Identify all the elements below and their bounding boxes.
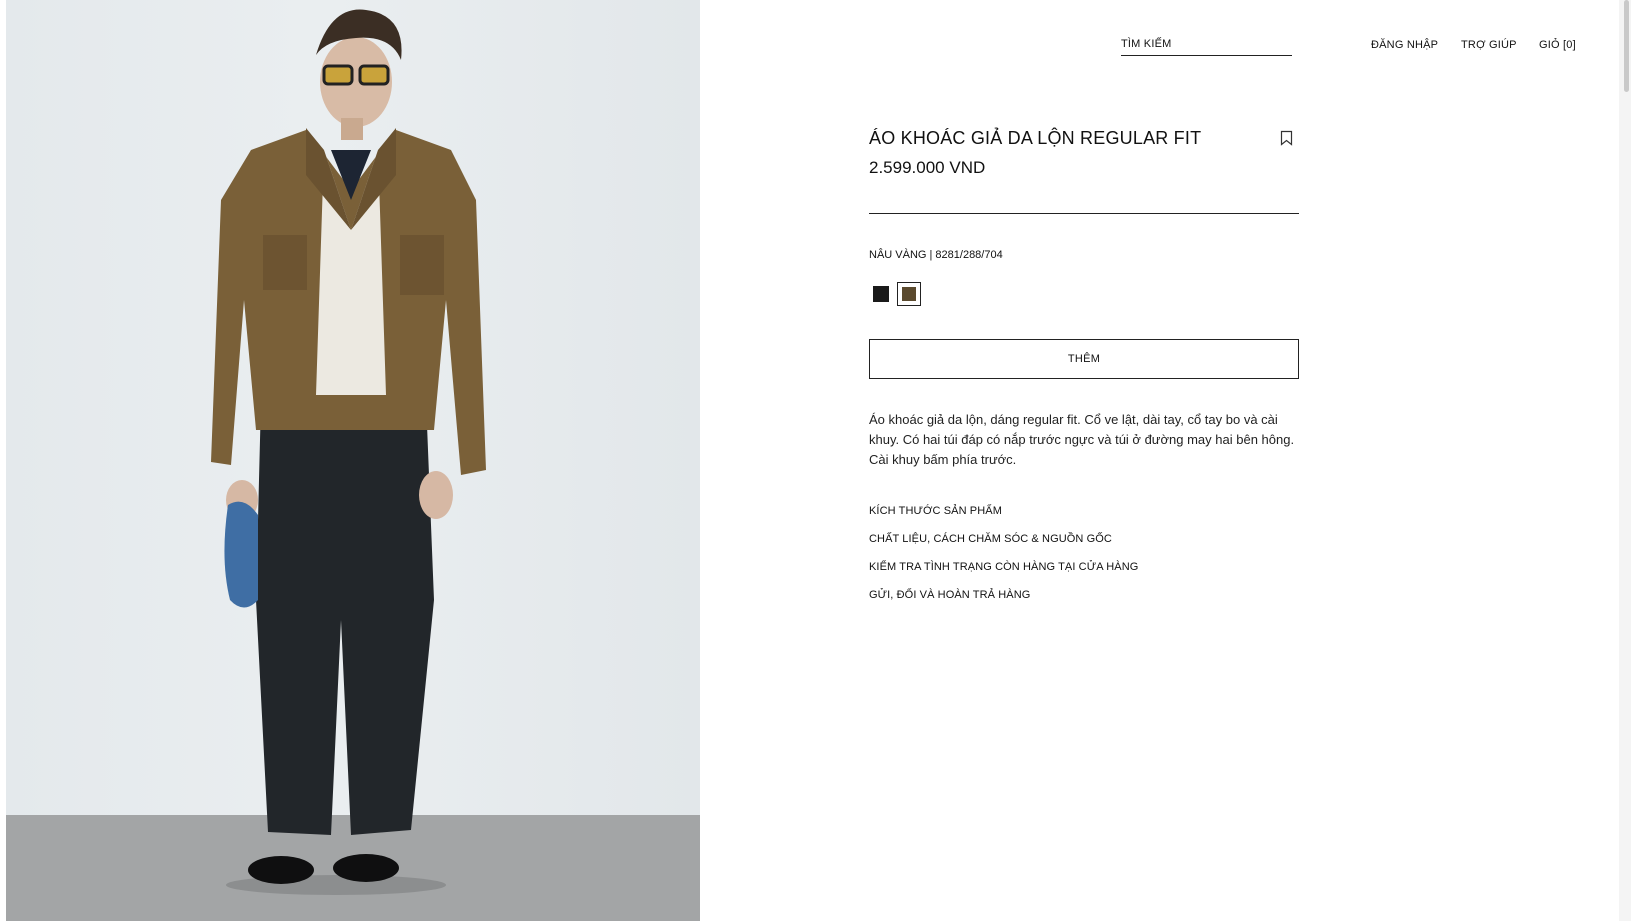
product-title: ÁO KHOÁC GIẢ DA LỘN REGULAR FIT [869, 128, 1202, 148]
model-figure [211, 9, 486, 895]
color-reference: NÂU VÀNG | 8281/288/704 [869, 249, 1003, 261]
size-guide-link[interactable]: KÍCH THƯỚC SẢN PHẨM [869, 505, 1002, 517]
search-field[interactable]: TÌM KIẾM [1121, 34, 1292, 56]
help-link[interactable]: TRỢ GIÚP [1461, 39, 1517, 51]
scrollbar-thumb[interactable] [1624, 0, 1629, 92]
materials-care-link[interactable]: CHẤT LIỆU, CÁCH CHĂM SÓC & NGUỒN GỐC [869, 533, 1112, 545]
color-swatch-brown-fill [902, 287, 916, 301]
cart-link[interactable]: GIỎ [0] [1539, 39, 1576, 51]
store-availability-link[interactable]: KIỂM TRA TÌNH TRẠNG CÒN HÀNG TẠI CỬA HÀN… [869, 561, 1138, 573]
shipping-returns-link[interactable]: GỬI, ĐỔI VÀ HOÀN TRẢ HÀNG [869, 589, 1030, 601]
add-to-cart-label: THÊM [1067, 353, 1101, 365]
product-description: Áo khoác giả da lộn, dáng regular fit. C… [869, 412, 1295, 467]
divider [869, 213, 1299, 214]
bookmark-icon[interactable] [1280, 130, 1293, 146]
scrollbar-track[interactable] [1619, 0, 1631, 921]
product-price: 2.599.000 VND [869, 158, 986, 177]
product-image[interactable] [6, 0, 700, 921]
add-to-cart-button[interactable]: THÊM [869, 339, 1299, 379]
color-swatch-brown[interactable] [897, 282, 921, 306]
search-label: TÌM KIẾM [1121, 38, 1172, 50]
color-swatch-black[interactable] [873, 286, 889, 302]
login-link[interactable]: ĐĂNG NHẬP [1371, 39, 1438, 51]
